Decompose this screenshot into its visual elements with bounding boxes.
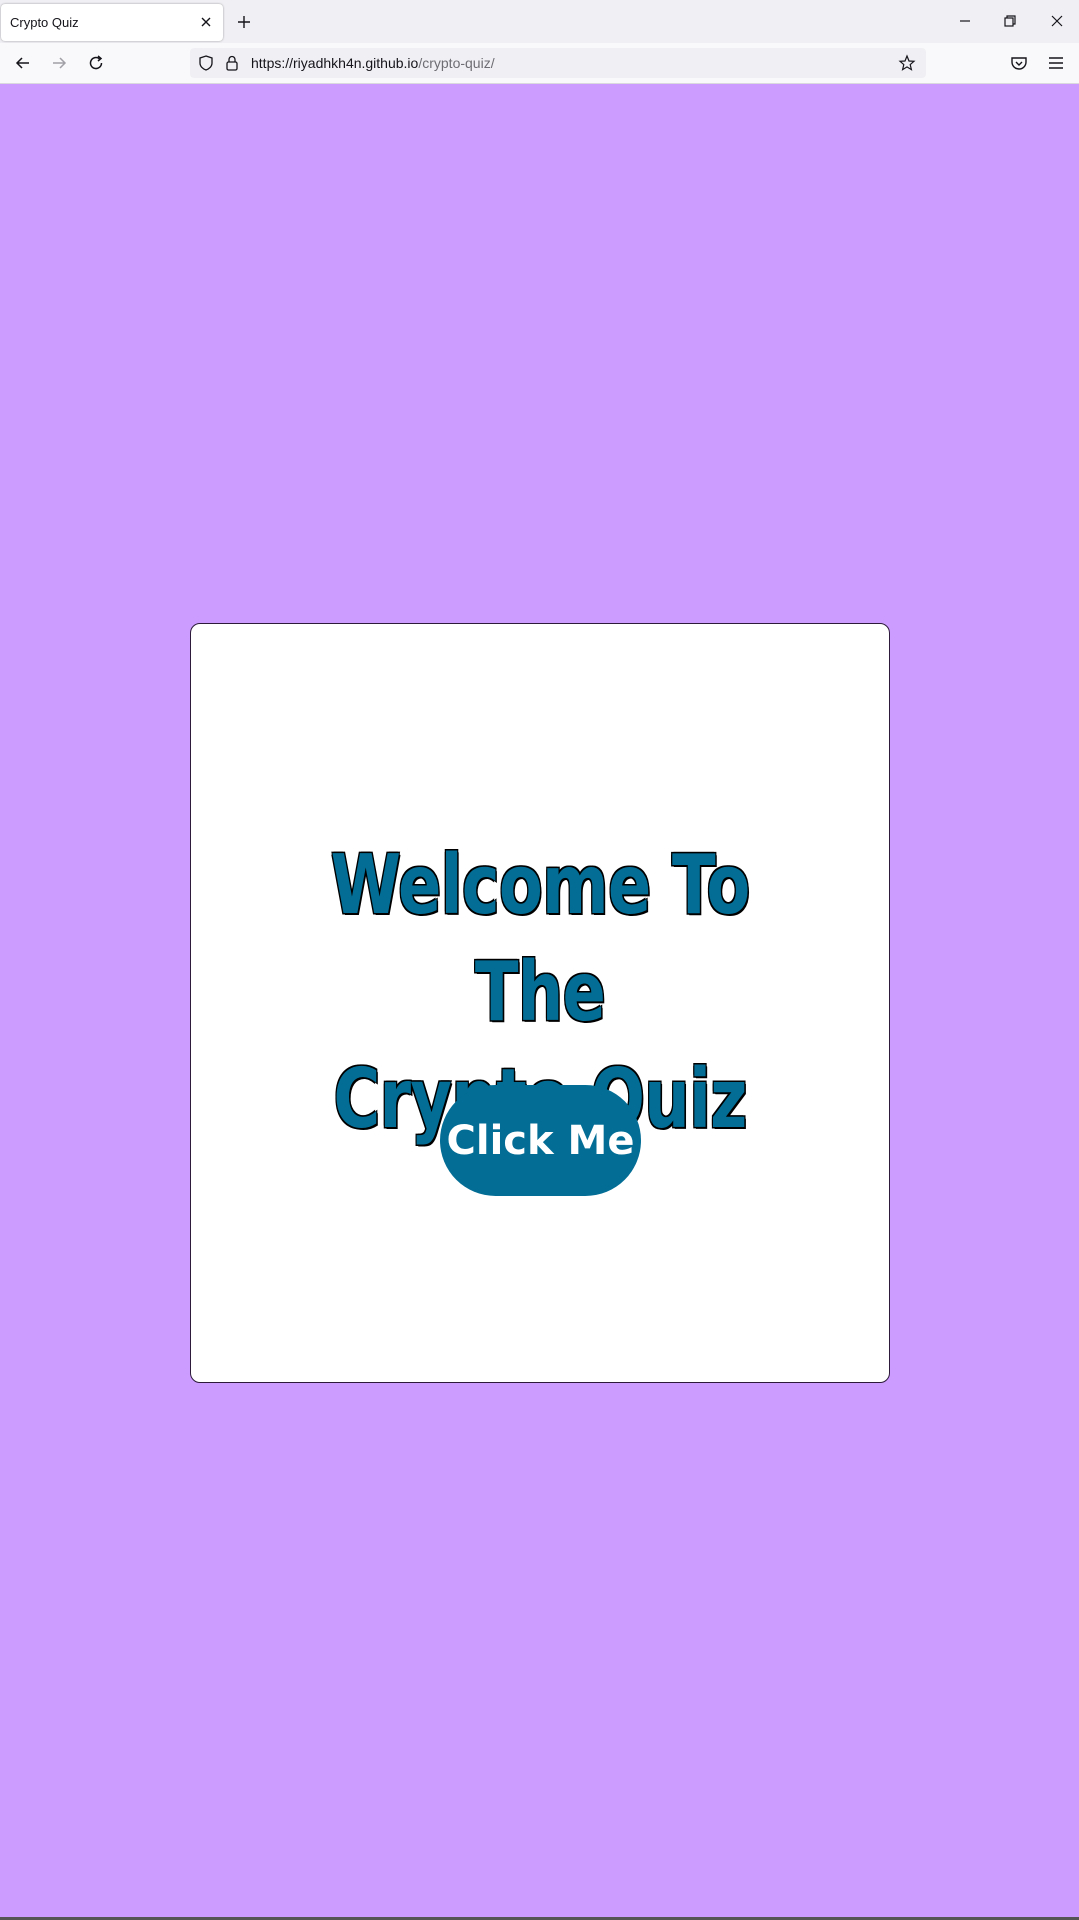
menu-icon[interactable] (1045, 52, 1067, 74)
url-host: https://riyadhkh4n.github.io (251, 55, 419, 71)
shield-icon[interactable] (197, 54, 215, 72)
tab-title: Crypto Quiz (10, 15, 79, 30)
restore-icon[interactable] (999, 10, 1021, 32)
browser-tab[interactable]: Crypto Quiz (1, 4, 223, 41)
close-icon[interactable] (197, 13, 215, 31)
plus-icon[interactable] (234, 12, 254, 32)
url-text[interactable]: https://riyadhkh4n.github.io/crypto-quiz… (251, 55, 495, 71)
minimize-icon[interactable] (954, 10, 976, 32)
back-arrow-icon[interactable] (12, 52, 34, 74)
forward-arrow-icon[interactable] (48, 52, 70, 74)
reload-icon[interactable] (85, 52, 107, 74)
start-quiz-button[interactable]: Click Me (440, 1085, 641, 1196)
lock-icon[interactable] (223, 54, 241, 72)
title-line-1: Welcome To The (330, 838, 750, 1040)
navigation-toolbar: https://riyadhkh4n.github.io/crypto-quiz… (0, 43, 1079, 84)
address-bar[interactable]: https://riyadhkh4n.github.io/crypto-quiz… (190, 48, 926, 78)
pocket-icon[interactable] (1008, 52, 1030, 74)
window-close-icon[interactable] (1046, 10, 1068, 32)
star-icon[interactable] (898, 54, 916, 72)
tab-strip: Crypto Quiz (0, 0, 1079, 43)
url-path: /crypto-quiz/ (418, 55, 495, 71)
welcome-card: Welcome To The Crypto Quiz Click Me (190, 623, 890, 1383)
